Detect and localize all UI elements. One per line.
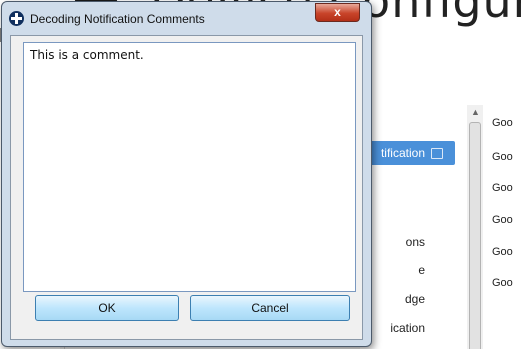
dialog-titlebar[interactable]: Decoding Notification Comments x xyxy=(2,2,371,34)
close-icon: x xyxy=(334,5,341,19)
status-value: Goo xyxy=(492,182,513,194)
app-cross-icon xyxy=(9,11,24,26)
vertical-scrollbar[interactable]: ▲ xyxy=(467,105,483,349)
nav-item-label: e xyxy=(418,263,425,277)
dialog-title: Decoding Notification Comments xyxy=(30,12,205,26)
status-value: Goo xyxy=(492,246,513,258)
scroll-up-arrow-icon[interactable]: ▲ xyxy=(471,107,480,117)
status-value: Goo xyxy=(492,277,513,289)
nav-item-label: ons xyxy=(405,235,425,249)
cancel-button[interactable]: Cancel xyxy=(190,295,350,321)
nav-item-label: ication xyxy=(390,321,425,335)
close-button[interactable]: x xyxy=(315,3,360,22)
ok-button[interactable]: OK xyxy=(35,295,179,321)
status-value: Goo xyxy=(492,117,513,129)
nav-item-label: tification xyxy=(380,146,425,160)
comments-dialog: Decoding Notification Comments x This is… xyxy=(1,1,372,347)
status-value: Goo xyxy=(492,151,513,163)
nav-item-label: dge xyxy=(404,292,425,306)
scrollbar-thumb[interactable] xyxy=(469,122,481,349)
status-value: Goo xyxy=(492,214,513,226)
comment-textarea[interactable]: This is a comment. xyxy=(23,42,356,292)
comment-note-icon[interactable] xyxy=(431,148,443,159)
